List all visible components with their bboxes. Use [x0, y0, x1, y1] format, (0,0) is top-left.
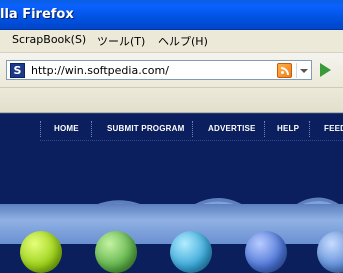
- nav-separator: [192, 121, 194, 137]
- window-title: lla Firefox: [0, 7, 74, 22]
- nav-separator: [309, 121, 311, 137]
- category-ball-lightgreen-icon[interactable]: [95, 231, 137, 273]
- softpedia-favicon-icon: S: [10, 63, 25, 78]
- nav-bottom-separator: [40, 140, 343, 142]
- bookmarks-toolbar: [0, 88, 343, 113]
- nav-link-help[interactable]: HELP: [277, 124, 299, 133]
- menu-item-tools[interactable]: ツール(T): [97, 33, 145, 49]
- web-content: HOME SUBMIT PROGRAM ADVERTISE HELP FEED: [0, 113, 343, 273]
- rss-feed-icon[interactable]: [277, 63, 292, 78]
- nav-link-home[interactable]: HOME: [54, 124, 79, 133]
- url-text[interactable]: http://win.softpedia.com/: [31, 64, 169, 77]
- nav-separator: [91, 121, 93, 137]
- nav-link-advertise[interactable]: ADVERTISE: [208, 124, 256, 133]
- menu-bar: ScrapBook(S) ツール(T) ヘルプ(H): [0, 30, 343, 53]
- category-ball-cyan-icon[interactable]: [170, 231, 212, 273]
- window-titlebar: lla Firefox: [0, 0, 343, 30]
- content-top-line: [0, 113, 343, 114]
- menu-item-help[interactable]: ヘルプ(H): [158, 33, 208, 49]
- chevron-down-icon[interactable]: [296, 63, 311, 78]
- nav-link-feed[interactable]: FEED: [324, 124, 343, 133]
- category-ball-green-icon[interactable]: [20, 231, 62, 273]
- go-button[interactable]: [317, 62, 333, 78]
- nav-separator: [40, 121, 42, 137]
- address-bar[interactable]: S http://win.softpedia.com/: [6, 60, 312, 80]
- navigation-toolbar: S http://win.softpedia.com/: [0, 53, 343, 88]
- menu-item-scrapbook[interactable]: ScrapBook(S): [12, 33, 86, 46]
- nav-separator: [264, 121, 266, 137]
- category-ball-blue-icon[interactable]: [245, 231, 287, 273]
- nav-link-submit-program[interactable]: SUBMIT PROGRAM: [107, 124, 184, 133]
